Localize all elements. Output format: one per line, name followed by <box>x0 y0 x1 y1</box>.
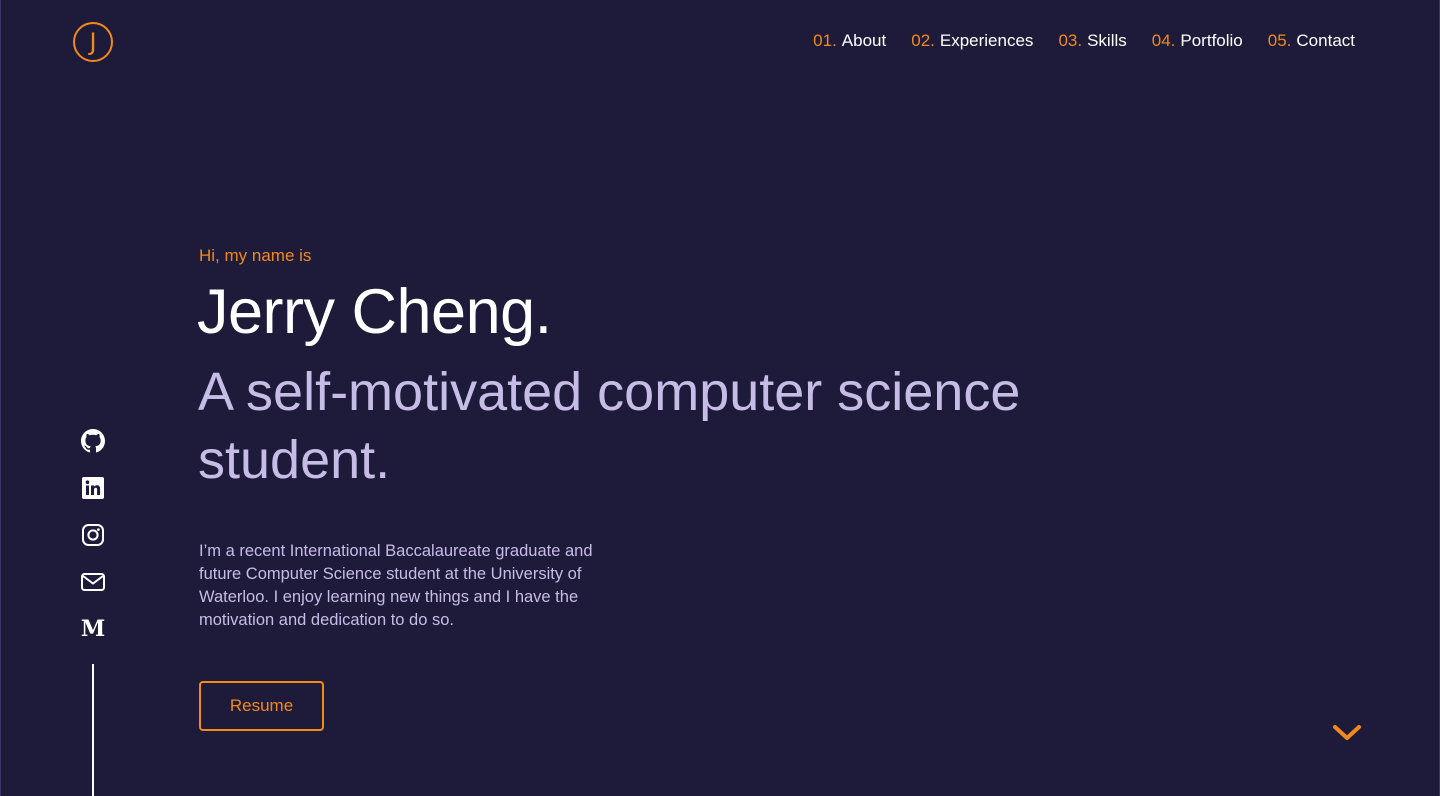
hero-bio: I’m a recent International Baccalaureate… <box>199 542 593 629</box>
hero-tagline: A self-motivated computer science studen… <box>198 362 1021 490</box>
nav-label: Portfolio <box>1180 31 1243 50</box>
linkedin-icon[interactable] <box>80 475 106 501</box>
social-links: M <box>80 428 106 642</box>
nav-number: 02. <box>911 31 935 50</box>
logo-letter: J <box>89 28 97 56</box>
main-nav: 01. About 02. Experiences 03. Skills 04. Por… <box>813 31 1355 51</box>
greeting-text: Hi, my name is <box>199 246 312 265</box>
nav-item-portfolio[interactable]: 04. Portfolio <box>1152 31 1243 51</box>
medium-icon[interactable]: M <box>80 616 106 642</box>
nav-item-experiences[interactable]: 02. Experiences <box>911 31 1033 51</box>
nav-number: 05. <box>1267 31 1292 50</box>
logo-j-icon[interactable]: J <box>73 22 113 62</box>
nav-label: About <box>841 31 887 50</box>
resume-button[interactable]: Resume <box>199 681 324 731</box>
nav-number: 01. <box>813 31 837 50</box>
nav-item-skills[interactable]: 03. Skills <box>1058 31 1126 51</box>
chevron-down-icon[interactable] <box>1331 720 1363 744</box>
hero-name: Jerry Cheng. <box>197 277 552 347</box>
mail-icon[interactable] <box>80 569 106 595</box>
page: J 01. About 02. Experiences 03. Skills 04. P… <box>0 0 1440 796</box>
nav-item-contact[interactable]: 05. Contact <box>1268 31 1355 51</box>
nav-item-about[interactable]: 01. About <box>813 31 886 51</box>
nav-label: Skills <box>1087 31 1127 50</box>
social-divider-line <box>92 664 94 796</box>
nav-number: 04. <box>1151 31 1176 50</box>
medium-glyph: M <box>80 616 106 642</box>
nav-number: 03. <box>1058 31 1083 50</box>
nav-label: Contact <box>1296 31 1355 50</box>
instagram-icon[interactable] <box>80 522 106 548</box>
nav-label: Experiences <box>939 31 1034 50</box>
github-icon[interactable] <box>80 428 106 454</box>
